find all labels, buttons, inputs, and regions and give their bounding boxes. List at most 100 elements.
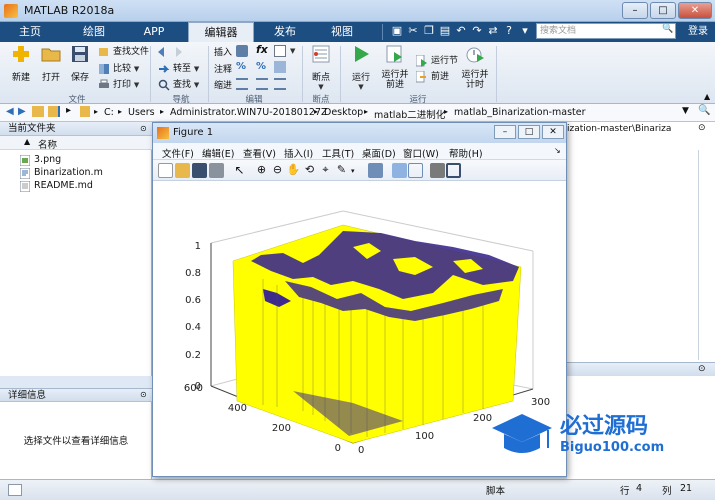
save-figure-icon[interactable] bbox=[192, 163, 207, 178]
uncomment-icon[interactable]: % bbox=[256, 61, 266, 72]
goto-button[interactable]: 转至 ▼ bbox=[156, 62, 199, 76]
file-item[interactable]: Binarization.m bbox=[20, 167, 103, 179]
hide-plot-tools-icon[interactable] bbox=[430, 163, 445, 178]
insert-button[interactable]: 插入 bbox=[214, 45, 232, 58]
help-icon[interactable]: ? bbox=[502, 24, 516, 38]
pan-icon[interactable]: ✋ bbox=[286, 163, 301, 178]
rotate-icon[interactable]: ⟲ bbox=[302, 163, 317, 178]
tab-publish[interactable]: 发布 bbox=[258, 22, 312, 42]
pointer-icon[interactable]: ↖ bbox=[232, 163, 247, 178]
advance-button[interactable]: 前进 bbox=[414, 70, 449, 84]
switch-windows-icon[interactable]: ⇄ bbox=[486, 24, 500, 38]
file-item[interactable]: 3.png bbox=[20, 154, 61, 166]
compare-button[interactable]: 比较 ▼ bbox=[96, 62, 139, 76]
maximize-button[interactable]: □ bbox=[650, 2, 676, 19]
tab-view[interactable]: 视图 bbox=[316, 22, 368, 42]
dropdown-icon[interactable]: ▾ bbox=[518, 24, 532, 38]
command-window-menu-icon[interactable]: ⊙ bbox=[698, 364, 706, 374]
paste-icon[interactable]: ▤ bbox=[438, 24, 452, 38]
menu-window[interactable]: 窗口(W) bbox=[403, 146, 439, 160]
crumb-drive[interactable]: C: bbox=[104, 107, 114, 118]
address-search-icon[interactable]: 🔍 bbox=[698, 105, 710, 116]
brush-dropdown-icon[interactable]: ▾ bbox=[351, 167, 355, 175]
insert-dropdown-icon[interactable]: ▼ bbox=[290, 47, 295, 55]
menu-insert[interactable]: 插入(I) bbox=[284, 146, 313, 160]
search-input[interactable]: 搜索文档 bbox=[536, 23, 676, 39]
editor-scrollbar[interactable] bbox=[698, 150, 708, 360]
back-icon[interactable]: ◀ bbox=[6, 106, 14, 117]
crumb-users[interactable]: Users bbox=[128, 107, 155, 118]
menu-dock-icon[interactable]: ↘ bbox=[554, 146, 561, 155]
zoom-in-icon[interactable]: ⊕ bbox=[254, 163, 269, 178]
new-figure-icon[interactable] bbox=[158, 163, 173, 178]
search-icon[interactable]: 🔍 bbox=[662, 24, 673, 34]
print-figure-icon[interactable] bbox=[209, 163, 224, 178]
menu-desktop[interactable]: 桌面(D) bbox=[362, 146, 396, 160]
close-button[interactable]: ✕ bbox=[678, 2, 712, 19]
run-button[interactable]: 运行 ▼ bbox=[344, 44, 378, 91]
crumb-folder[interactable]: matlab二进制化 bbox=[374, 107, 445, 121]
name-column[interactable]: 名称 bbox=[38, 137, 57, 151]
figure-maximize-button[interactable]: □ bbox=[518, 125, 540, 139]
expand-icon[interactable]: ▲ bbox=[24, 137, 30, 146]
menu-file[interactable]: 文件(F) bbox=[162, 146, 194, 160]
editor-menu-icon[interactable]: ⊙ bbox=[698, 123, 706, 133]
new-button[interactable]: 新建 bbox=[4, 44, 38, 83]
run-dropdown-icon[interactable]: ▼ bbox=[344, 83, 378, 91]
back-forward-buttons[interactable] bbox=[156, 45, 190, 59]
up-folder-icon[interactable] bbox=[32, 106, 44, 117]
print-button[interactable]: 打印 ▼ bbox=[96, 78, 139, 92]
panel-menu-icon[interactable]: ⊙ bbox=[140, 124, 147, 133]
file-item[interactable]: README.md bbox=[20, 180, 93, 192]
tab-home[interactable]: 主页 bbox=[8, 22, 52, 42]
undo-icon[interactable]: ↶ bbox=[454, 24, 468, 38]
login-button[interactable]: 登录 bbox=[681, 22, 715, 42]
forward-icon[interactable]: ▶ bbox=[18, 106, 26, 117]
cut-icon[interactable]: ✂ bbox=[406, 24, 420, 38]
smart-indent-icon[interactable] bbox=[236, 78, 248, 90]
fx-button[interactable]: fx bbox=[256, 43, 268, 56]
find-files-button[interactable]: 查找文件 bbox=[96, 45, 149, 59]
minimize-button[interactable]: – bbox=[622, 2, 648, 19]
increase-indent-icon[interactable] bbox=[256, 78, 268, 90]
crumb-current[interactable]: matlab_Binarization-master bbox=[454, 107, 586, 118]
comment-button[interactable]: 注释 bbox=[214, 62, 232, 75]
comment-percent-icon[interactable]: % bbox=[236, 61, 246, 72]
data-cursor-icon[interactable]: ⌖ bbox=[318, 163, 333, 178]
figure-close-button[interactable]: ✕ bbox=[542, 125, 564, 139]
open-file-icon[interactable] bbox=[175, 163, 190, 178]
breakpoints-button[interactable]: 断点 ▼ bbox=[304, 44, 338, 91]
menu-tools[interactable]: 工具(T) bbox=[322, 146, 354, 160]
figure-minimize-button[interactable]: – bbox=[494, 125, 516, 139]
tab-apps[interactable]: APP bbox=[128, 22, 180, 42]
decrease-indent-icon[interactable] bbox=[274, 78, 286, 90]
indent-button[interactable]: 缩进 bbox=[214, 78, 232, 91]
tab-plots[interactable]: 绘图 bbox=[66, 22, 122, 42]
insert-function-icon[interactable] bbox=[274, 45, 286, 57]
menu-edit[interactable]: 编辑(E) bbox=[202, 146, 234, 160]
wrap-comments-icon[interactable] bbox=[274, 61, 286, 73]
details-collapse-icon[interactable]: ⊙ bbox=[140, 390, 147, 399]
crumb-admin[interactable]: Administrator.WIN7U-20180127Z bbox=[170, 107, 328, 118]
crumb-desktop[interactable]: Desktop bbox=[324, 107, 363, 118]
brush-icon[interactable]: ✎ bbox=[334, 163, 349, 178]
save-button[interactable]: 保存 bbox=[63, 44, 97, 83]
find-button[interactable]: 查找 ▼ bbox=[156, 78, 199, 92]
breakpoint-dropdown-icon[interactable]: ▼ bbox=[304, 83, 338, 91]
redo-icon[interactable]: ↷ bbox=[470, 24, 484, 38]
menu-view[interactable]: 查看(V) bbox=[243, 146, 276, 160]
tab-editor[interactable]: 编辑器 bbox=[188, 22, 254, 42]
show-plot-tools-icon[interactable] bbox=[446, 163, 461, 178]
save-icon[interactable]: ▣ bbox=[390, 24, 404, 38]
copy-icon[interactable]: ❐ bbox=[422, 24, 436, 38]
menu-help[interactable]: 帮助(H) bbox=[449, 146, 483, 160]
insert-section-icon[interactable] bbox=[236, 45, 248, 57]
run-section-button[interactable]: 运行节 bbox=[414, 54, 458, 68]
collapse-ribbon-icon[interactable]: ▲ bbox=[704, 92, 710, 101]
legend-icon[interactable] bbox=[408, 163, 423, 178]
run-and-advance-button[interactable]: 运行并 前进 bbox=[378, 44, 412, 90]
run-and-time-button[interactable]: 运行并 计时 bbox=[458, 44, 492, 90]
address-dropdown-icon[interactable]: ▼ bbox=[682, 106, 689, 116]
colorbar-icon[interactable] bbox=[392, 163, 407, 178]
link-plot-icon[interactable] bbox=[368, 163, 383, 178]
